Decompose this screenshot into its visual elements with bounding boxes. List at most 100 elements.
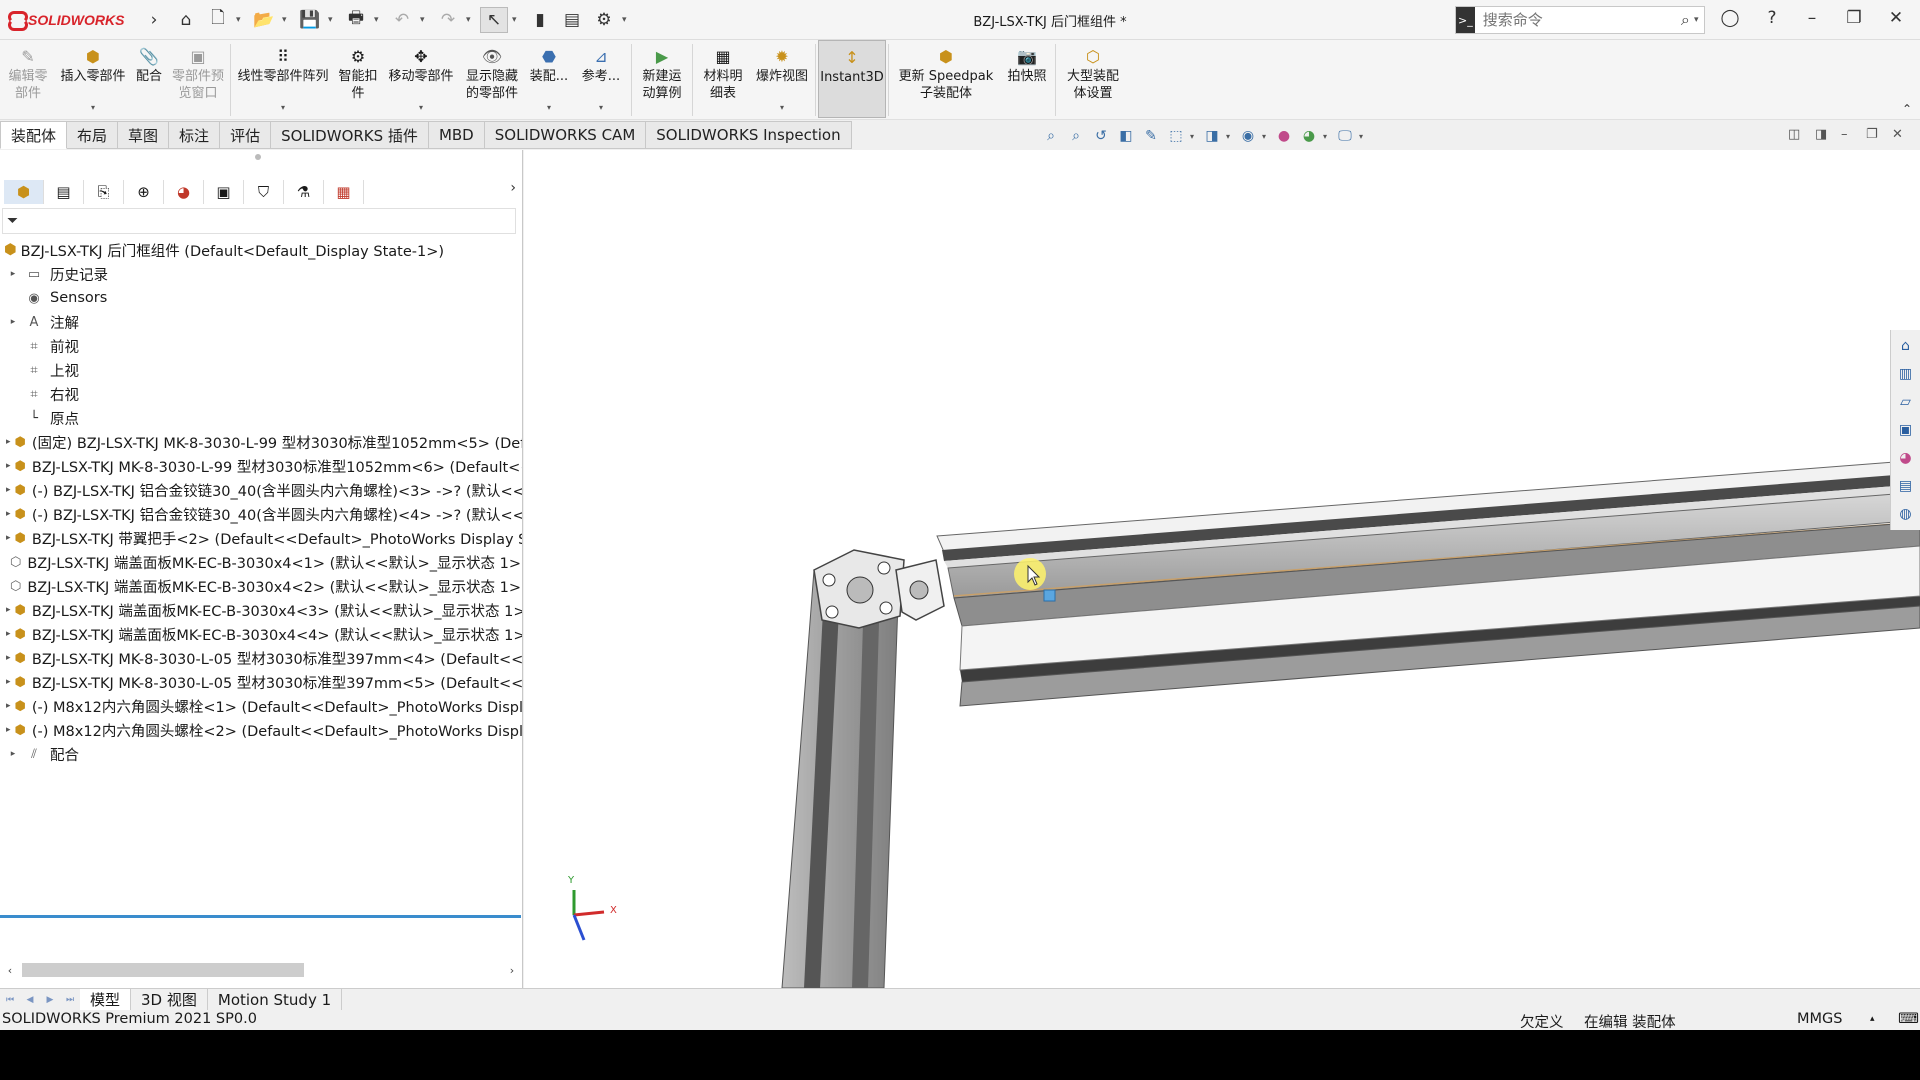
tree-item[interactable]: ⌗ 前视 bbox=[0, 334, 522, 358]
cmd-instant3d-button[interactable]: ↕ Instant3D bbox=[818, 40, 886, 118]
cam-operation-tree-tab-icon[interactable]: ⛉ bbox=[244, 180, 284, 204]
viewport-minimize-icon[interactable]: – bbox=[1841, 127, 1848, 142]
tree-item[interactable]: ▸ ⬢ BZJ-LSX-TKJ 端盖面板MK-EC-B-3030x4<4> (默认<… bbox=[0, 622, 522, 646]
save-icon[interactable]: 💾 bbox=[296, 7, 324, 33]
rebuild-icon[interactable]: ▮ bbox=[526, 7, 554, 33]
hide-show-items-icon[interactable]: ◉ bbox=[1237, 125, 1259, 147]
profile-end-cap[interactable] bbox=[813, 549, 905, 629]
display-style-dropdown-icon[interactable]: ▾ bbox=[1226, 132, 1234, 141]
expand-toggle-icon[interactable]: ▸ bbox=[6, 509, 11, 519]
graphics-area[interactable]: Y X ⌂ ▥ ▱ ▣ ◕ ▤ ◍ bbox=[524, 150, 1920, 988]
cmd-insert-components-button[interactable]: ⬢ 插入零部件 ▾ bbox=[56, 40, 130, 118]
display-style-icon[interactable]: ◨ bbox=[1201, 125, 1223, 147]
view-settings-dropdown-icon[interactable]: ▾ bbox=[1359, 132, 1367, 141]
previous-tab-icon[interactable]: ◀ bbox=[20, 991, 40, 1009]
expand-toggle-icon[interactable]: ▸ bbox=[6, 317, 20, 327]
dimxpert-manager-tab-icon[interactable]: ⊕ bbox=[124, 180, 164, 204]
search-input[interactable] bbox=[1474, 11, 1677, 29]
user-account-icon[interactable]: ◯ bbox=[1718, 8, 1742, 28]
expand-toggle-icon[interactable]: ▸ bbox=[6, 701, 11, 711]
cmd-exploded-view-button[interactable]: ✹ 爆炸视图 ▾ bbox=[751, 40, 813, 118]
status-options-icon[interactable]: ⌨ bbox=[1898, 1011, 1919, 1027]
custom-properties-icon[interactable]: ▤ bbox=[1896, 476, 1916, 496]
scroll-right-icon[interactable]: › bbox=[502, 964, 522, 977]
vertical-post[interactable] bbox=[781, 569, 900, 988]
tree-item[interactable]: ▸ ⬢ (-) M8x12内六角圆头螺栓<2> (Default<<Default>… bbox=[0, 718, 522, 742]
next-tab-icon[interactable]: ▶ bbox=[40, 991, 60, 1009]
collapse-ribbon-icon[interactable]: ⌃ bbox=[1902, 102, 1912, 116]
new-document-icon[interactable]: 🗋 bbox=[204, 7, 232, 33]
print-icon[interactable]: 🖶 bbox=[342, 7, 370, 33]
viewport-restore-icon[interactable]: ❐ bbox=[1866, 127, 1878, 142]
cam-feature-tree-tab-icon[interactable]: ▣ bbox=[204, 180, 244, 204]
solidworks-forum-icon[interactable]: ◍ bbox=[1896, 504, 1916, 524]
cmd-reference-geometry-button[interactable]: ⊿ 参考... ▾ bbox=[573, 40, 629, 118]
minimize-icon[interactable]: – bbox=[1800, 8, 1824, 28]
save-dropdown-icon[interactable]: ▾ bbox=[328, 15, 338, 25]
tree-item[interactable]: ▸ ⬢ BZJ-LSX-TKJ 带翼把手<2> (Default<<Default>… bbox=[0, 526, 522, 550]
cmd-bill-of-materials-button[interactable]: ▦ 材料明 细表 bbox=[695, 40, 751, 118]
expand-toggle-icon[interactable]: ▸ bbox=[6, 437, 11, 447]
tree-item[interactable]: ▸ ⬢ (固定) BZJ-LSX-TKJ MK-8-3030-L-99 型材3030… bbox=[0, 430, 522, 454]
tree-item[interactable]: ▸ ⬢ (-) M8x12内六角圆头螺栓<1> (Default<<Default>… bbox=[0, 694, 522, 718]
redo-dropdown-icon[interactable]: ▾ bbox=[466, 15, 476, 25]
viewport-close-icon[interactable]: ✕ bbox=[1892, 127, 1903, 142]
tab-1[interactable]: 布局 bbox=[67, 121, 119, 149]
file-properties-icon[interactable]: ▤ bbox=[558, 7, 586, 33]
cmd-linear-pattern-button[interactable]: ⠿ 线性零部件阵列 ▾ bbox=[233, 40, 333, 118]
select-dropdown-icon[interactable]: ▾ bbox=[512, 15, 522, 25]
inspection-tab-icon[interactable]: ▦ bbox=[324, 180, 364, 204]
cmd-menu-arrow-icon[interactable]: ▾ bbox=[91, 99, 95, 116]
property-manager-tab-icon[interactable]: ▤ bbox=[44, 180, 84, 204]
expand-toggle-icon[interactable]: ▸ bbox=[6, 749, 20, 759]
tab-4[interactable]: 评估 bbox=[220, 121, 272, 149]
app-logo[interactable]: SOLIDWORKS bbox=[0, 10, 140, 31]
appearances-icon[interactable]: ◕ bbox=[1896, 448, 1916, 468]
bottom-tab-1[interactable]: 3D 视图 bbox=[131, 988, 208, 1011]
tree-item[interactable]: ⌗ 右视 bbox=[0, 382, 522, 406]
expand-toggle-icon[interactable]: ▸ bbox=[6, 677, 11, 687]
edit-appearance-icon[interactable]: ● bbox=[1273, 125, 1295, 147]
hide-show-dropdown-icon[interactable]: ▾ bbox=[1262, 132, 1270, 141]
print-dropdown-icon[interactable]: ▾ bbox=[374, 15, 384, 25]
tree-item[interactable]: ⌗ 上视 bbox=[0, 358, 522, 382]
tab-6[interactable]: MBD bbox=[428, 121, 485, 149]
tree-item[interactable]: ◉ Sensors bbox=[0, 286, 522, 310]
tree-item[interactable]: ▸ ⬢ BZJ-LSX-TKJ MK-8-3030-L-05 型材3030标准型39… bbox=[0, 646, 522, 670]
cmd-mate-button[interactable]: 📎 配合 bbox=[130, 40, 168, 118]
bottom-tab-0[interactable]: 模型 bbox=[80, 988, 132, 1011]
view-palette-icon[interactable]: ▣ bbox=[1896, 420, 1916, 440]
apply-scene-icon[interactable]: ◕ bbox=[1298, 125, 1320, 147]
tree-item[interactable]: ▸ ⬢ (-) BZJ-LSX-TKJ 铝合金铰链30_40(含半圆头内六角螺栓)<… bbox=[0, 502, 522, 526]
file-explorer-icon[interactable]: ▱ bbox=[1896, 392, 1916, 412]
expand-toggle-icon[interactable]: ▸ bbox=[6, 725, 11, 735]
expand-toggle-icon[interactable]: ▸ bbox=[6, 653, 11, 663]
tree-root[interactable]: ⬢ BZJ-LSX-TKJ 后门框组件 (Default<Default_Dis… bbox=[0, 238, 522, 262]
corner-end-cap[interactable] bbox=[895, 559, 945, 621]
cam-tools-tab-icon[interactable]: ⚗ bbox=[284, 180, 324, 204]
cmd-snapshot-button[interactable]: 📷 拍快照 bbox=[1001, 40, 1053, 118]
cmd-menu-arrow-icon[interactable]: ▾ bbox=[599, 99, 603, 116]
bottom-tab-2[interactable]: Motion Study 1 bbox=[208, 988, 343, 1011]
expand-toggle-icon[interactable]: ▸ bbox=[6, 629, 11, 639]
scroll-left-icon[interactable]: ‹ bbox=[0, 964, 20, 977]
expand-toggle-icon[interactable]: ▸ bbox=[6, 533, 11, 543]
tree-item[interactable]: ⬡ BZJ-LSX-TKJ 端盖面板MK-EC-B-3030x4<1> (默认<<… bbox=[0, 550, 522, 574]
expand-toggle-icon[interactable]: ▸ bbox=[6, 605, 11, 615]
model-render[interactable]: Y X bbox=[524, 150, 1920, 988]
tree-item[interactable]: ▸ ⬢ BZJ-LSX-TKJ 端盖面板MK-EC-B-3030x4<3> (默认<… bbox=[0, 598, 522, 622]
redo-icon[interactable]: ↷ bbox=[434, 7, 462, 33]
last-tab-icon[interactable]: ⏭ bbox=[60, 991, 80, 1009]
pane-grip[interactable] bbox=[255, 154, 261, 160]
cmd-menu-arrow-icon[interactable]: ▾ bbox=[547, 99, 551, 116]
options-gear-icon[interactable]: ⚙ bbox=[590, 7, 618, 33]
cmd-move-component-button[interactable]: ✥ 移动零部件 ▾ bbox=[383, 40, 459, 118]
filter-funnel-icon[interactable]: ⏷ bbox=[7, 213, 18, 229]
search-dropdown-icon[interactable]: ▾ bbox=[1694, 15, 1704, 25]
pane-horizontal-scrollbar[interactable]: ‹ › bbox=[0, 960, 522, 980]
cmd-menu-arrow-icon[interactable]: ▾ bbox=[419, 99, 423, 116]
open-dropdown-icon[interactable]: ▾ bbox=[282, 15, 292, 25]
tree-item[interactable]: ⬡ BZJ-LSX-TKJ 端盖面板MK-EC-B-3030x4<2> (默认<<… bbox=[0, 574, 522, 598]
design-library-icon[interactable]: ▥ bbox=[1896, 364, 1916, 384]
viewport-toggle-icon[interactable]: ◨ bbox=[1815, 127, 1827, 142]
